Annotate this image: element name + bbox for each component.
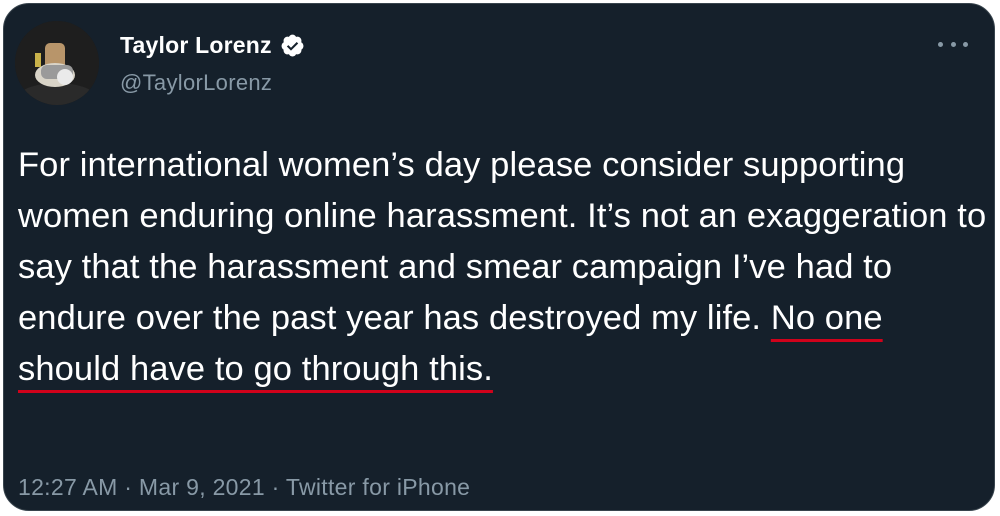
tweet-meta: 12:27 AM · Mar 9, 2021 · Twitter for iPh… xyxy=(18,474,470,501)
meta-separator: · xyxy=(264,474,286,500)
verified-badge-icon xyxy=(281,34,304,57)
more-dot xyxy=(963,41,968,47)
author-handle[interactable]: @TaylorLorenz xyxy=(120,70,272,96)
avatar[interactable] xyxy=(15,21,99,105)
avatar-image xyxy=(15,21,99,105)
tweet-source[interactable]: Twitter for iPhone xyxy=(286,474,470,500)
more-options-icon[interactable] xyxy=(938,34,968,54)
tweet-text: For international women’s day please con… xyxy=(18,140,988,395)
author-name[interactable]: Taylor Lorenz xyxy=(120,32,305,59)
meta-separator: · xyxy=(117,474,139,500)
tweet-time[interactable]: 12:27 AM xyxy=(18,474,118,500)
more-dot xyxy=(950,41,956,47)
tweet-card: Taylor Lorenz @TaylorLorenz For internat… xyxy=(3,3,995,511)
tweet-date[interactable]: Mar 9, 2021 xyxy=(139,474,265,500)
author-name-text: Taylor Lorenz xyxy=(120,32,272,58)
more-dot xyxy=(938,41,943,47)
